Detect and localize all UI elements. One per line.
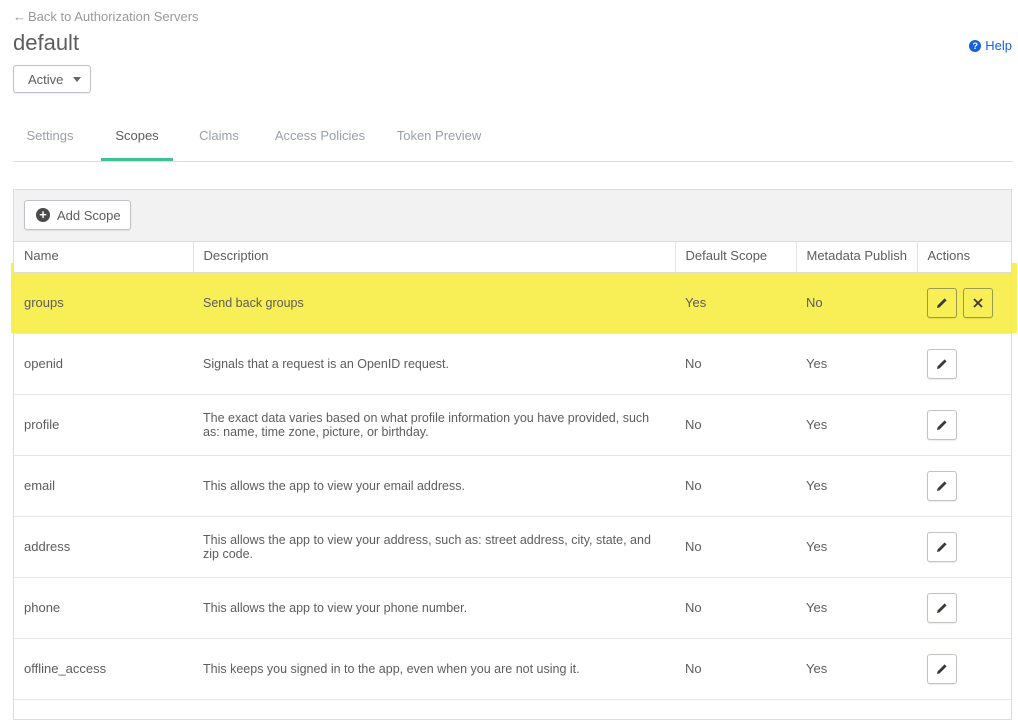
scope-default: Yes [675,272,796,334]
tab-scopes[interactable]: Scopes [101,110,173,161]
page-title: default [13,30,80,55]
scope-description: This allows the app to view your address… [193,516,675,578]
scope-default: No [675,516,796,578]
header-metadata-publish[interactable]: Metadata Publish [796,242,918,273]
help-label: Help [985,38,1012,53]
edit-button[interactable] [927,592,957,623]
scope-description: Signals that a request is an OpenID requ… [193,333,675,395]
scope-description: The exact data varies based on what prof… [193,394,675,456]
scope-metadata-publish: No [796,272,917,334]
edit-button[interactable] [927,653,957,684]
table-row: phone This allows the app to view your ph… [14,577,1011,639]
scope-description: This allows the app to view your email a… [193,455,675,517]
scope-metadata-publish: Yes [796,577,917,639]
scope-description: Send back groups [193,272,675,334]
pencil-icon [936,663,948,675]
table-header-row: Name Description Default Scope Metadata … [14,242,1011,273]
scope-description: This allows the app to view your phone n… [193,577,675,639]
header-description[interactable]: Description [193,242,676,273]
help-link[interactable]: ? Help [969,38,1012,53]
back-link[interactable]: ← Back to Authorization Servers [13,9,199,24]
close-icon [973,297,983,308]
scope-actions [917,272,1011,334]
scope-name: offline_access [14,638,193,700]
delete-button[interactable] [963,287,993,318]
scope-name: groups [14,272,193,334]
status-dropdown[interactable]: Active [13,65,91,93]
scope-default: No [675,577,796,639]
add-scope-label: Add Scope [57,207,121,223]
edit-button[interactable] [927,348,957,379]
scope-default: No [675,455,796,517]
tab-token-preview[interactable]: Token Preview [389,110,489,161]
status-value: Active [28,71,64,87]
scope-actions [917,516,1011,578]
table-body: groups Send back groups Yes No openid Signals… [14,272,1011,700]
scope-name: profile [14,394,193,456]
edit-button[interactable] [927,287,957,318]
pencil-icon [936,419,948,431]
pencil-icon [936,602,948,614]
header-actions: Actions [917,242,1011,273]
pencil-icon [936,480,948,492]
scope-metadata-publish: Yes [796,516,917,578]
header-default-scope[interactable]: Default Scope [675,242,797,273]
scope-default: No [675,638,796,700]
add-scope-button[interactable]: + Add Scope [24,200,131,230]
table-row: offline_access This keeps you signed in t… [14,638,1011,700]
scope-metadata-publish: Yes [796,394,917,456]
help-icon: ? [969,39,982,52]
edit-button[interactable] [927,409,957,440]
scope-actions [917,333,1011,395]
header-name[interactable]: Name [14,242,194,273]
scope-actions [917,455,1011,517]
scope-metadata-publish: Yes [796,455,917,517]
tab-claims[interactable]: Claims [187,110,251,161]
scope-default: No [675,394,796,456]
scopes-panel: + Add Scope Name Description Default Sco… [13,189,1012,720]
scope-actions [917,394,1011,456]
back-link-label: Back to Authorization Servers [28,9,199,24]
table-row: address This allows the app to view your … [14,516,1011,578]
pencil-icon [936,358,948,370]
edit-button[interactable] [927,470,957,501]
table-row: profile The exact data varies based on wh… [14,394,1011,456]
scopes-toolbar: + Add Scope [14,190,1011,242]
scope-metadata-publish: Yes [796,638,917,700]
scope-name: email [14,455,193,517]
tab-bar: Settings Scopes Claims Access Policies T… [13,110,1013,162]
add-circle-icon: + [36,208,50,222]
back-arrow-icon: ← [13,9,26,24]
table-row: openid Signals that a request is an OpenI… [14,333,1011,395]
table-row: groups Send back groups Yes No [14,272,1011,334]
scope-actions [917,638,1011,700]
scope-actions [917,577,1011,639]
chevron-down-icon [73,77,81,82]
edit-button[interactable] [927,531,957,562]
tab-settings[interactable]: Settings [13,110,87,161]
scope-name: address [14,516,193,578]
table-row: email This allows the app to view your em… [14,455,1011,517]
pencil-icon [936,297,948,309]
scope-description: This keeps you signed in to the app, eve… [193,638,675,700]
scope-metadata-publish: Yes [796,333,917,395]
scope-name: openid [14,333,193,395]
tab-access-policies[interactable]: Access Policies [265,110,375,161]
scope-name: phone [14,577,193,639]
pencil-icon [936,541,948,553]
scopes-table: Name Description Default Scope Metadata … [14,242,1011,700]
scope-default: No [675,333,796,395]
